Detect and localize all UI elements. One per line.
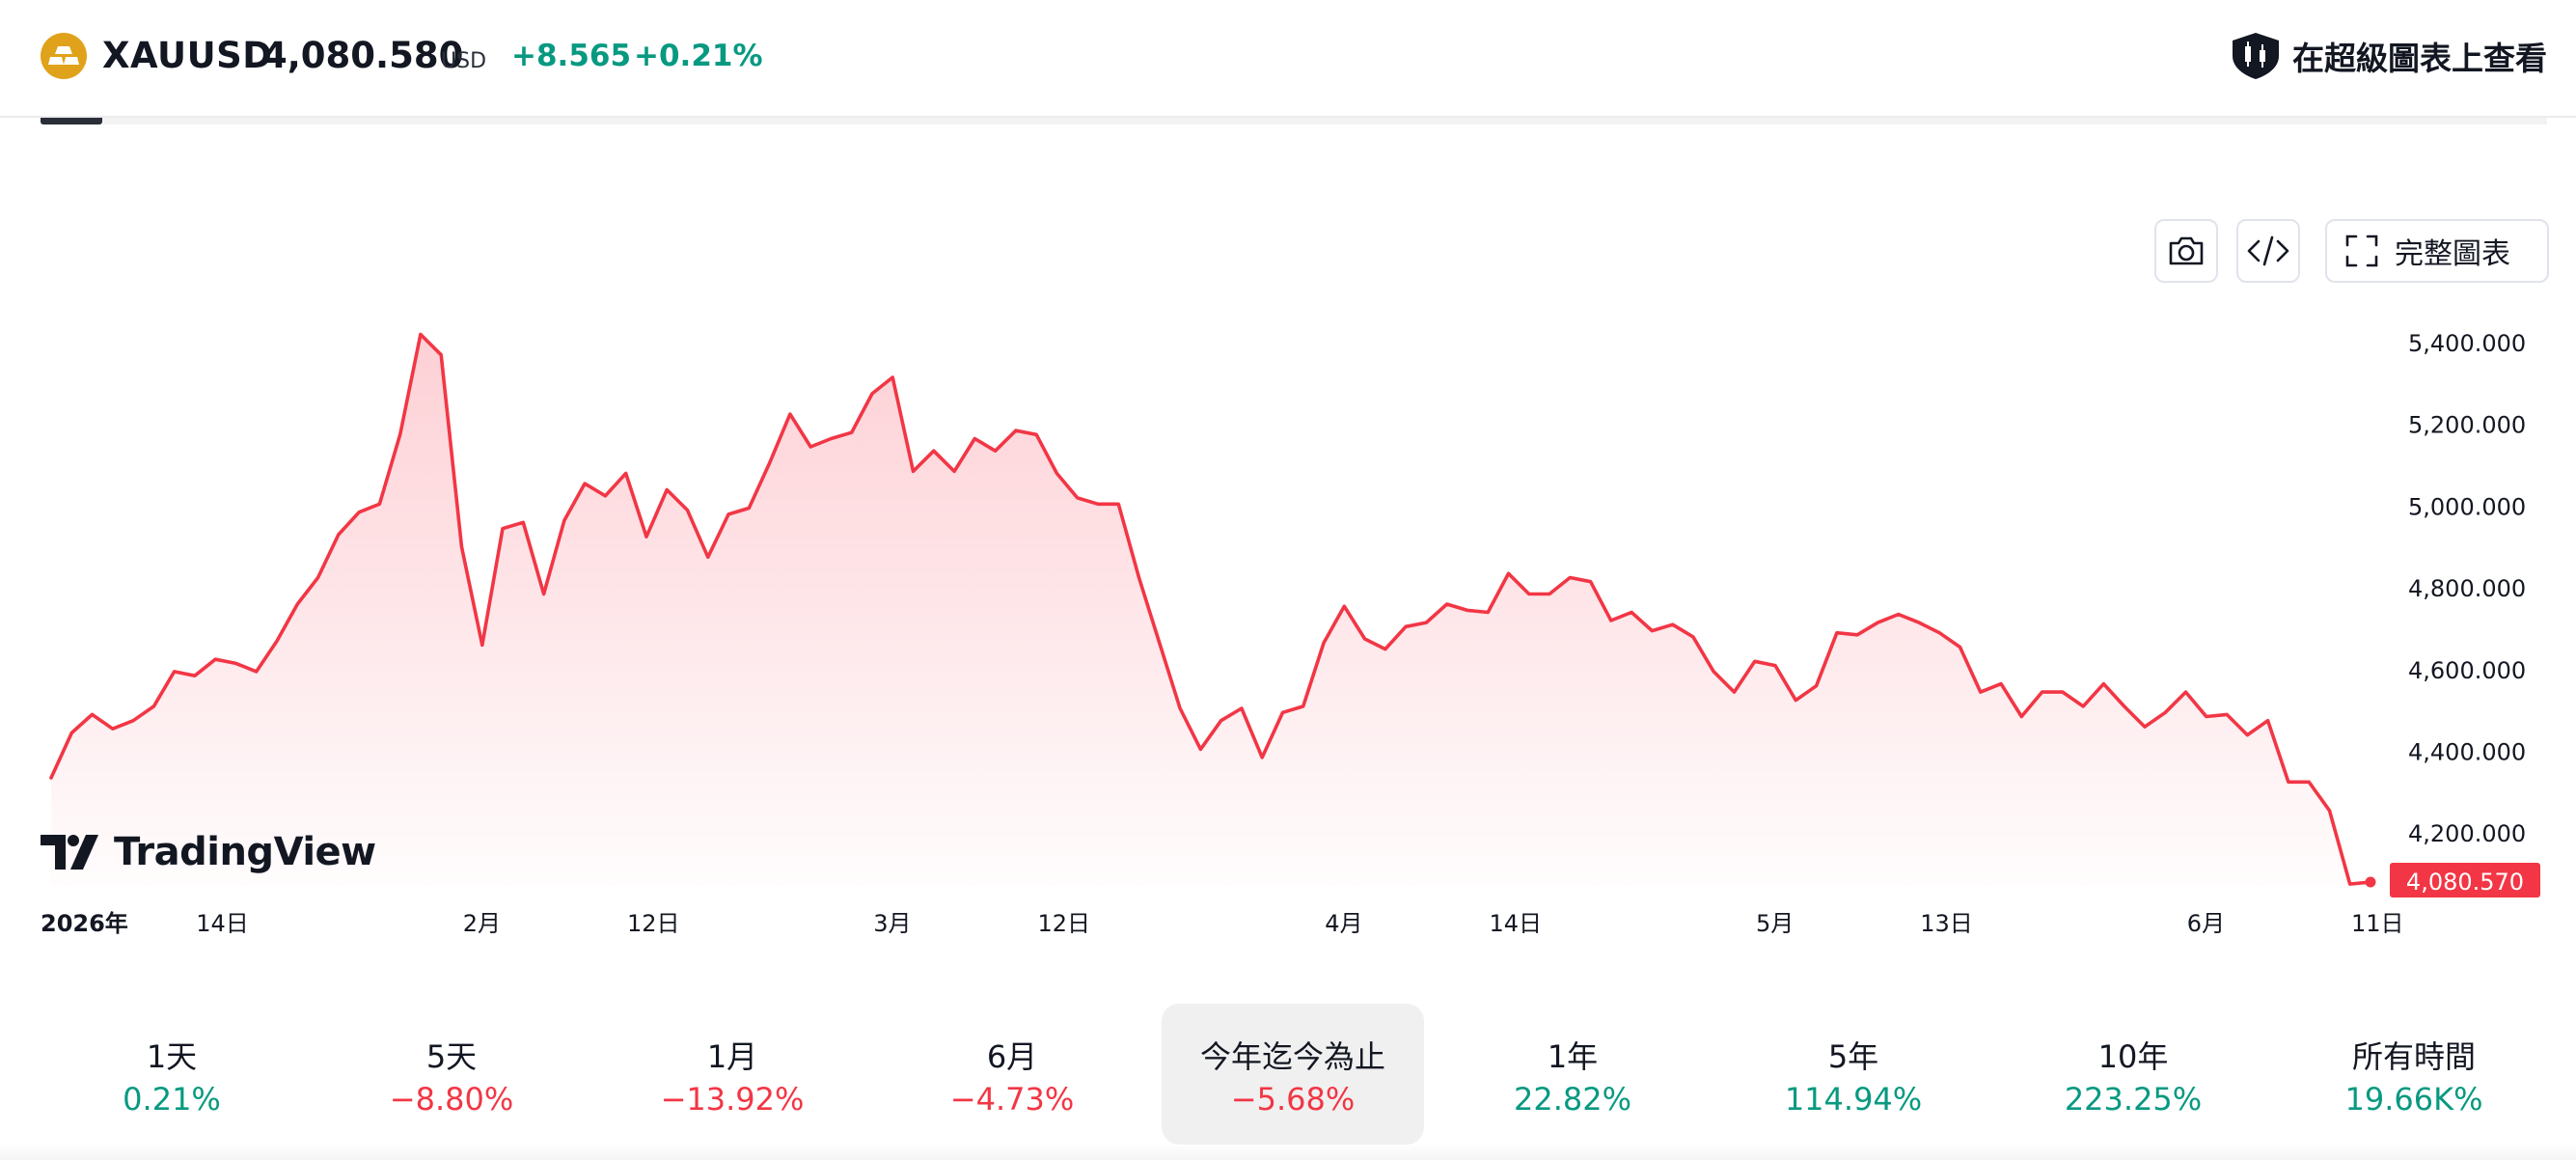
period-name: 5年 — [1827, 1038, 1879, 1075]
y-axis-tick-label: 5,400.000 — [2408, 330, 2526, 357]
period-name: 所有時間 — [2351, 1038, 2476, 1075]
x-axis-tick-label: 3月 — [873, 910, 911, 937]
period-name: 1月 — [706, 1038, 758, 1075]
period-return: −13.92% — [660, 1081, 805, 1118]
period-tab-2[interactable]: 5天 −8.80% — [320, 1004, 583, 1145]
period-tab-7[interactable]: 5年 114.94% — [1722, 1004, 1985, 1145]
period-return: 19.66K% — [2344, 1081, 2483, 1118]
y-axis-tick-label: 4,400.000 — [2408, 739, 2526, 766]
period-name: 6月 — [986, 1038, 1038, 1075]
period-name: 今年迄今為止 — [1199, 1038, 1385, 1075]
period-tab-3[interactable]: 1月 −13.92% — [601, 1004, 863, 1145]
area-fill — [51, 334, 2370, 886]
tradingview-logo-icon — [41, 835, 98, 870]
last-value-badge-label: 4,080.570 — [2406, 869, 2524, 896]
y-axis-tick-label: 4,200.000 — [2408, 820, 2526, 847]
period-return: 223.25% — [2064, 1081, 2203, 1118]
x-axis-tick-label: 12日 — [1037, 910, 1090, 937]
x-axis-tick-label: 2月 — [463, 910, 501, 937]
x-axis-tick-label: 14日 — [196, 910, 249, 937]
x-axis-tick-label: 5月 — [1756, 910, 1794, 937]
period-tab-8[interactable]: 10年 223.25% — [2002, 1004, 2264, 1145]
last-price-dot — [2365, 876, 2376, 888]
y-axis-tick-label: 5,000.000 — [2408, 493, 2526, 520]
price-area-chart[interactable]: 5,400.000 5,200.000 5,000.000 4,800.000 4,60… — [0, 0, 2576, 965]
period-name: 1年 — [1547, 1038, 1599, 1075]
y-axis-tick-label: 5,200.000 — [2408, 412, 2526, 439]
tradingview-wordmark: TradingView — [114, 830, 376, 874]
period-return: 22.82% — [1513, 1081, 1631, 1118]
x-axis-tick-label: 4月 — [1325, 910, 1362, 937]
y-axis-tick-label: 4,600.000 — [2408, 657, 2526, 684]
period-tab-5[interactable]: 今年迄今為止 −5.68% — [1162, 1004, 1424, 1145]
period-tab-1[interactable]: 1天 0.21% — [41, 1004, 303, 1145]
period-name: 10年 — [2097, 1038, 2169, 1075]
period-return: −8.80% — [389, 1081, 514, 1118]
period-tab-9[interactable]: 所有時間 19.66K% — [2283, 1004, 2545, 1145]
x-axis-tick-label: 6月 — [2187, 910, 2225, 937]
x-axis-tick-label: 14日 — [1489, 910, 1542, 937]
period-name: 1天 — [146, 1038, 198, 1075]
period-tab-6[interactable]: 1年 22.82% — [1441, 1004, 1704, 1145]
period-return: 114.94% — [1784, 1081, 1923, 1118]
tradingview-watermark: TradingView — [41, 830, 376, 874]
x-axis-tick-label: 2026年 — [41, 910, 128, 937]
x-axis-tick-label: 12日 — [627, 910, 680, 937]
y-axis-tick-label: 4,800.000 — [2408, 575, 2526, 602]
x-axis-tick-label: 13日 — [1920, 910, 1973, 937]
period-return: 0.21% — [123, 1081, 221, 1118]
period-return: −4.73% — [949, 1081, 1075, 1118]
period-tab-4[interactable]: 6月 −4.73% — [881, 1004, 1143, 1145]
x-axis-tick-label: 11日 — [2351, 910, 2404, 937]
performance-periods: 1天 0.21% 5天 −8.80% 1月 −13.92% 6月 −4.73% 今年迄今為止 −5… — [41, 1004, 2549, 1145]
bottom-shadow — [0, 1145, 2576, 1160]
period-return: −5.68% — [1230, 1081, 1356, 1118]
period-name: 5天 — [425, 1038, 478, 1075]
